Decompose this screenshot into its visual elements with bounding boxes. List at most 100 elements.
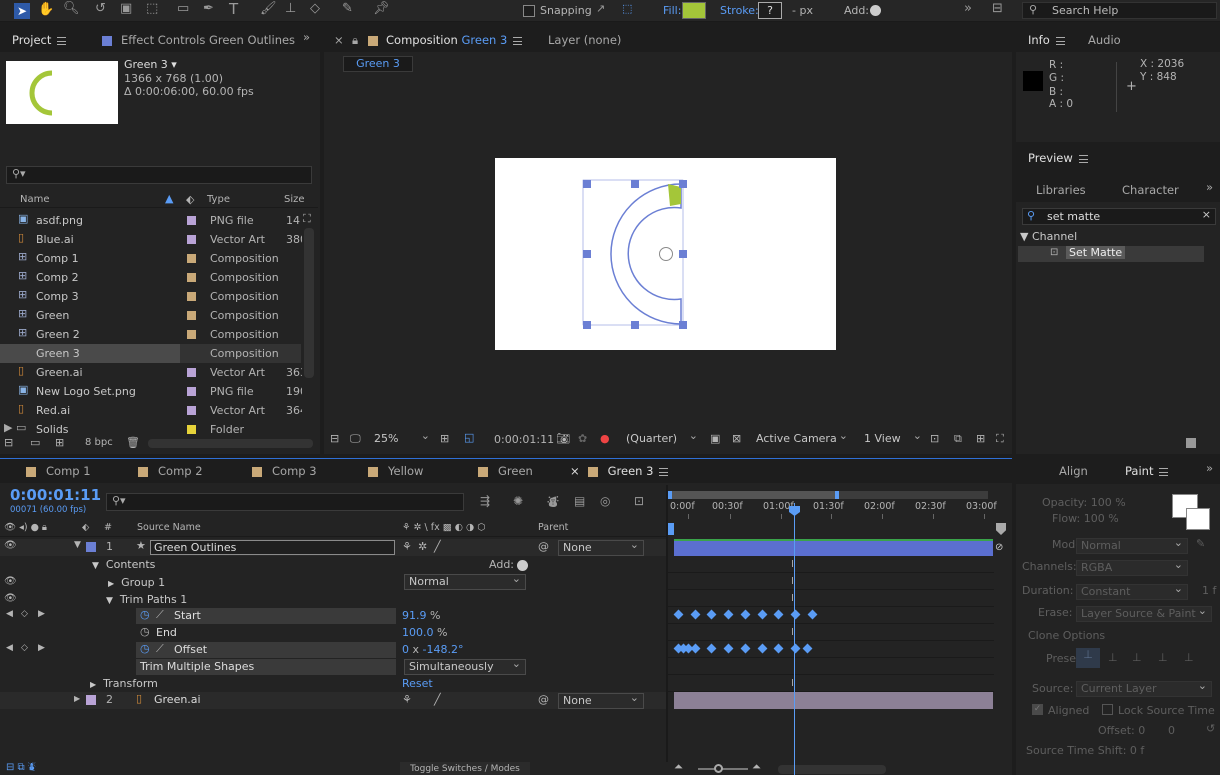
next-keyframe-icon[interactable]: ▶ [38,609,45,619]
view-layout-dropdown[interactable]: 1 View [860,429,926,448]
transform-handle[interactable] [583,250,591,258]
draft-3d-icon[interactable]: ✺ [513,494,523,508]
viewer-timecode[interactable]: 0:00:01:11 [494,433,554,446]
clone-preset-5[interactable]: ⊥ [1184,651,1194,664]
puppet-tool-icon[interactable]: 📌︎ [373,1,390,16]
shy-switch-icon[interactable]: ⚘ [402,693,412,706]
layer-row[interactable]: 👁︎ ▼ 1 ★ Green Outlines ⚘ ✲ ╱ @ None [0,538,666,556]
prev-keyframe-icon[interactable]: ◀ [6,609,13,619]
add-content-icon[interactable] [517,560,528,571]
timeline-tab[interactable]: Green [478,464,533,478]
panel-expand-icon[interactable]: » [1206,461,1213,475]
brush-tool-icon[interactable]: 🖌︎ [260,1,277,16]
flowchart-icon[interactable]: ⛶ [303,212,311,226]
tab-layer[interactable]: Layer (none) [548,33,621,47]
roto-brush-tool-icon[interactable]: ✎ [342,1,353,16]
frame-blending-icon[interactable]: ▤ [574,494,585,508]
quality-switch-icon[interactable]: ╱ [434,693,441,706]
transform-handle[interactable] [583,321,591,329]
zoom-slider[interactable] [698,768,748,770]
motion-blur-icon[interactable]: ◎ [600,494,610,508]
stroke-swatch[interactable]: ? [758,2,782,19]
project-item-row[interactable]: ⊞ Green 2 Composition [0,325,302,344]
column-name[interactable]: Name [20,194,50,205]
offset-value[interactable]: 0 x -148.2° [402,643,463,656]
effect-result-row[interactable]: ⊡ Set Matte [1018,246,1204,262]
project-item-row[interactable]: ▶ ▭ Solids Folder [0,420,302,435]
snap-options-icon[interactable]: ↗ [596,2,605,15]
toggle-switches-button[interactable]: Toggle Switches / Modes [400,762,530,775]
transform-handle[interactable] [679,321,687,329]
label-column-icon[interactable]: ⬖ [186,193,194,206]
transform-reset-link[interactable]: Reset [402,677,433,690]
panel-menu-icon[interactable] [1055,36,1065,45]
transform-handle[interactable] [679,250,687,258]
clone-stamp-tool-icon[interactable]: ⊥ [285,1,296,16]
camera-tool-icon[interactable]: ▣ [120,1,132,16]
comp-mini-flowchart-icon[interactable]: ⇶ [480,494,490,508]
time-ruler[interactable]: 0:00f 00:30f 01:00f 01:30f 02:00f 02:30f 03:00… [668,501,997,521]
eraser-tool-icon[interactable]: ◇ [310,1,320,16]
comp-subtab[interactable]: Green 3 [343,56,413,72]
timeline-icon[interactable]: ⊞ [976,432,985,445]
project-scrollbar[interactable] [304,228,314,378]
project-item-row[interactable]: ▣ asdf.png PNG file 14 [0,211,302,230]
channels-dropdown[interactable]: RGBA [1076,558,1188,576]
group-blend-mode-dropdown[interactable]: Normal [404,572,526,590]
transparency-grid-icon[interactable]: ⊠ [732,432,741,445]
effects-search-input[interactable]: ⚲ set matte × [1022,208,1216,225]
layer-row[interactable]: ▶ 2 ▯ Green.ai ⚘ ╱ @ None [0,691,666,709]
add-keyframe-icon[interactable]: ◇ [21,643,28,653]
shy-layers-icon[interactable]: ⛇ [547,494,559,511]
project-item-row[interactable]: ▯Blue.aiVector Art380 [0,230,302,249]
stopwatch-active-icon[interactable]: ◷ [140,642,150,655]
collapse-arrow-icon[interactable]: ▶ [74,694,80,703]
tab-libraries[interactable]: Libraries [1036,183,1086,197]
tab-audio[interactable]: Audio [1088,33,1121,47]
project-item-row[interactable]: ▯Green.aiVector Art363 [0,363,302,382]
work-area-range[interactable] [668,491,838,499]
lock-source-checkbox[interactable] [1102,704,1113,715]
reset-offset-icon[interactable]: ↺ [1206,722,1215,735]
timeline-tab[interactable]: Comp 2 [138,464,203,478]
trim-multiple-row[interactable]: Trim Multiple Shapes [136,659,396,675]
lock-icon[interactable]: 🔒︎ [352,33,358,48]
new-folder-icon[interactable]: ▭ [30,436,40,449]
panel-menu-icon[interactable] [659,467,669,476]
monitor-icon[interactable]: 🖵︎ [350,432,361,446]
close-comp-icon[interactable]: × [334,33,344,47]
group1-row[interactable]: ▶ Group 1 [108,576,165,589]
clone-preset-1[interactable]: ⊥ [1076,648,1100,668]
column-parent[interactable]: Parent [538,522,568,533]
panel-menu-icon[interactable] [1078,154,1088,163]
trim-paths-row[interactable]: ▼ Trim Paths 1 [106,593,187,606]
clone-preset-3[interactable]: ⊥ [1132,651,1142,664]
workspace-icon[interactable]: ⊟ [992,1,1003,16]
snapshot-icon[interactable]: 📷︎ [556,432,570,445]
camera-dropdown[interactable]: Active Camera [752,429,852,448]
timeline-search-input[interactable]: ⚲▾ [106,493,464,511]
background-color-swatch[interactable] [1186,508,1210,530]
effect-category-channel[interactable]: ▼ Channel [1020,230,1077,243]
end-property-row[interactable]: ◷ End [136,625,396,641]
playhead-line[interactable] [794,503,795,775]
panel-menu-icon[interactable] [57,36,67,45]
panel-menu-icon[interactable] [513,36,523,45]
project-item-row[interactable]: ▯Red.aiVector Art364 [0,401,302,420]
layer-label-color[interactable] [86,695,96,705]
flowchart-icon[interactable]: ⛶ [996,432,1004,446]
layer2-duration-bar[interactable] [674,692,993,709]
always-preview-icon[interactable]: ⊟ [330,432,339,445]
comp-viewer[interactable] [324,76,1012,426]
delete-icon[interactable]: 🗑︎ [126,436,140,449]
column-source-name[interactable]: Source Name [137,522,201,533]
parent-dropdown[interactable]: None [558,691,644,709]
comp-canvas[interactable] [495,158,836,350]
search-help-field[interactable]: ⚲ Search Help [1022,2,1217,19]
snap-bounds-icon[interactable]: ⬚ [622,2,632,15]
tab-effect-controls[interactable]: Effect Controls Green Outlines [102,33,295,47]
zoom-dropdown[interactable]: 25% [370,429,434,448]
layer-switches-icon[interactable]: ⊟ ⧉ ⛇ [6,762,36,773]
visibility-icon[interactable]: 👁︎ [4,540,17,551]
work-area-start[interactable] [668,491,672,499]
